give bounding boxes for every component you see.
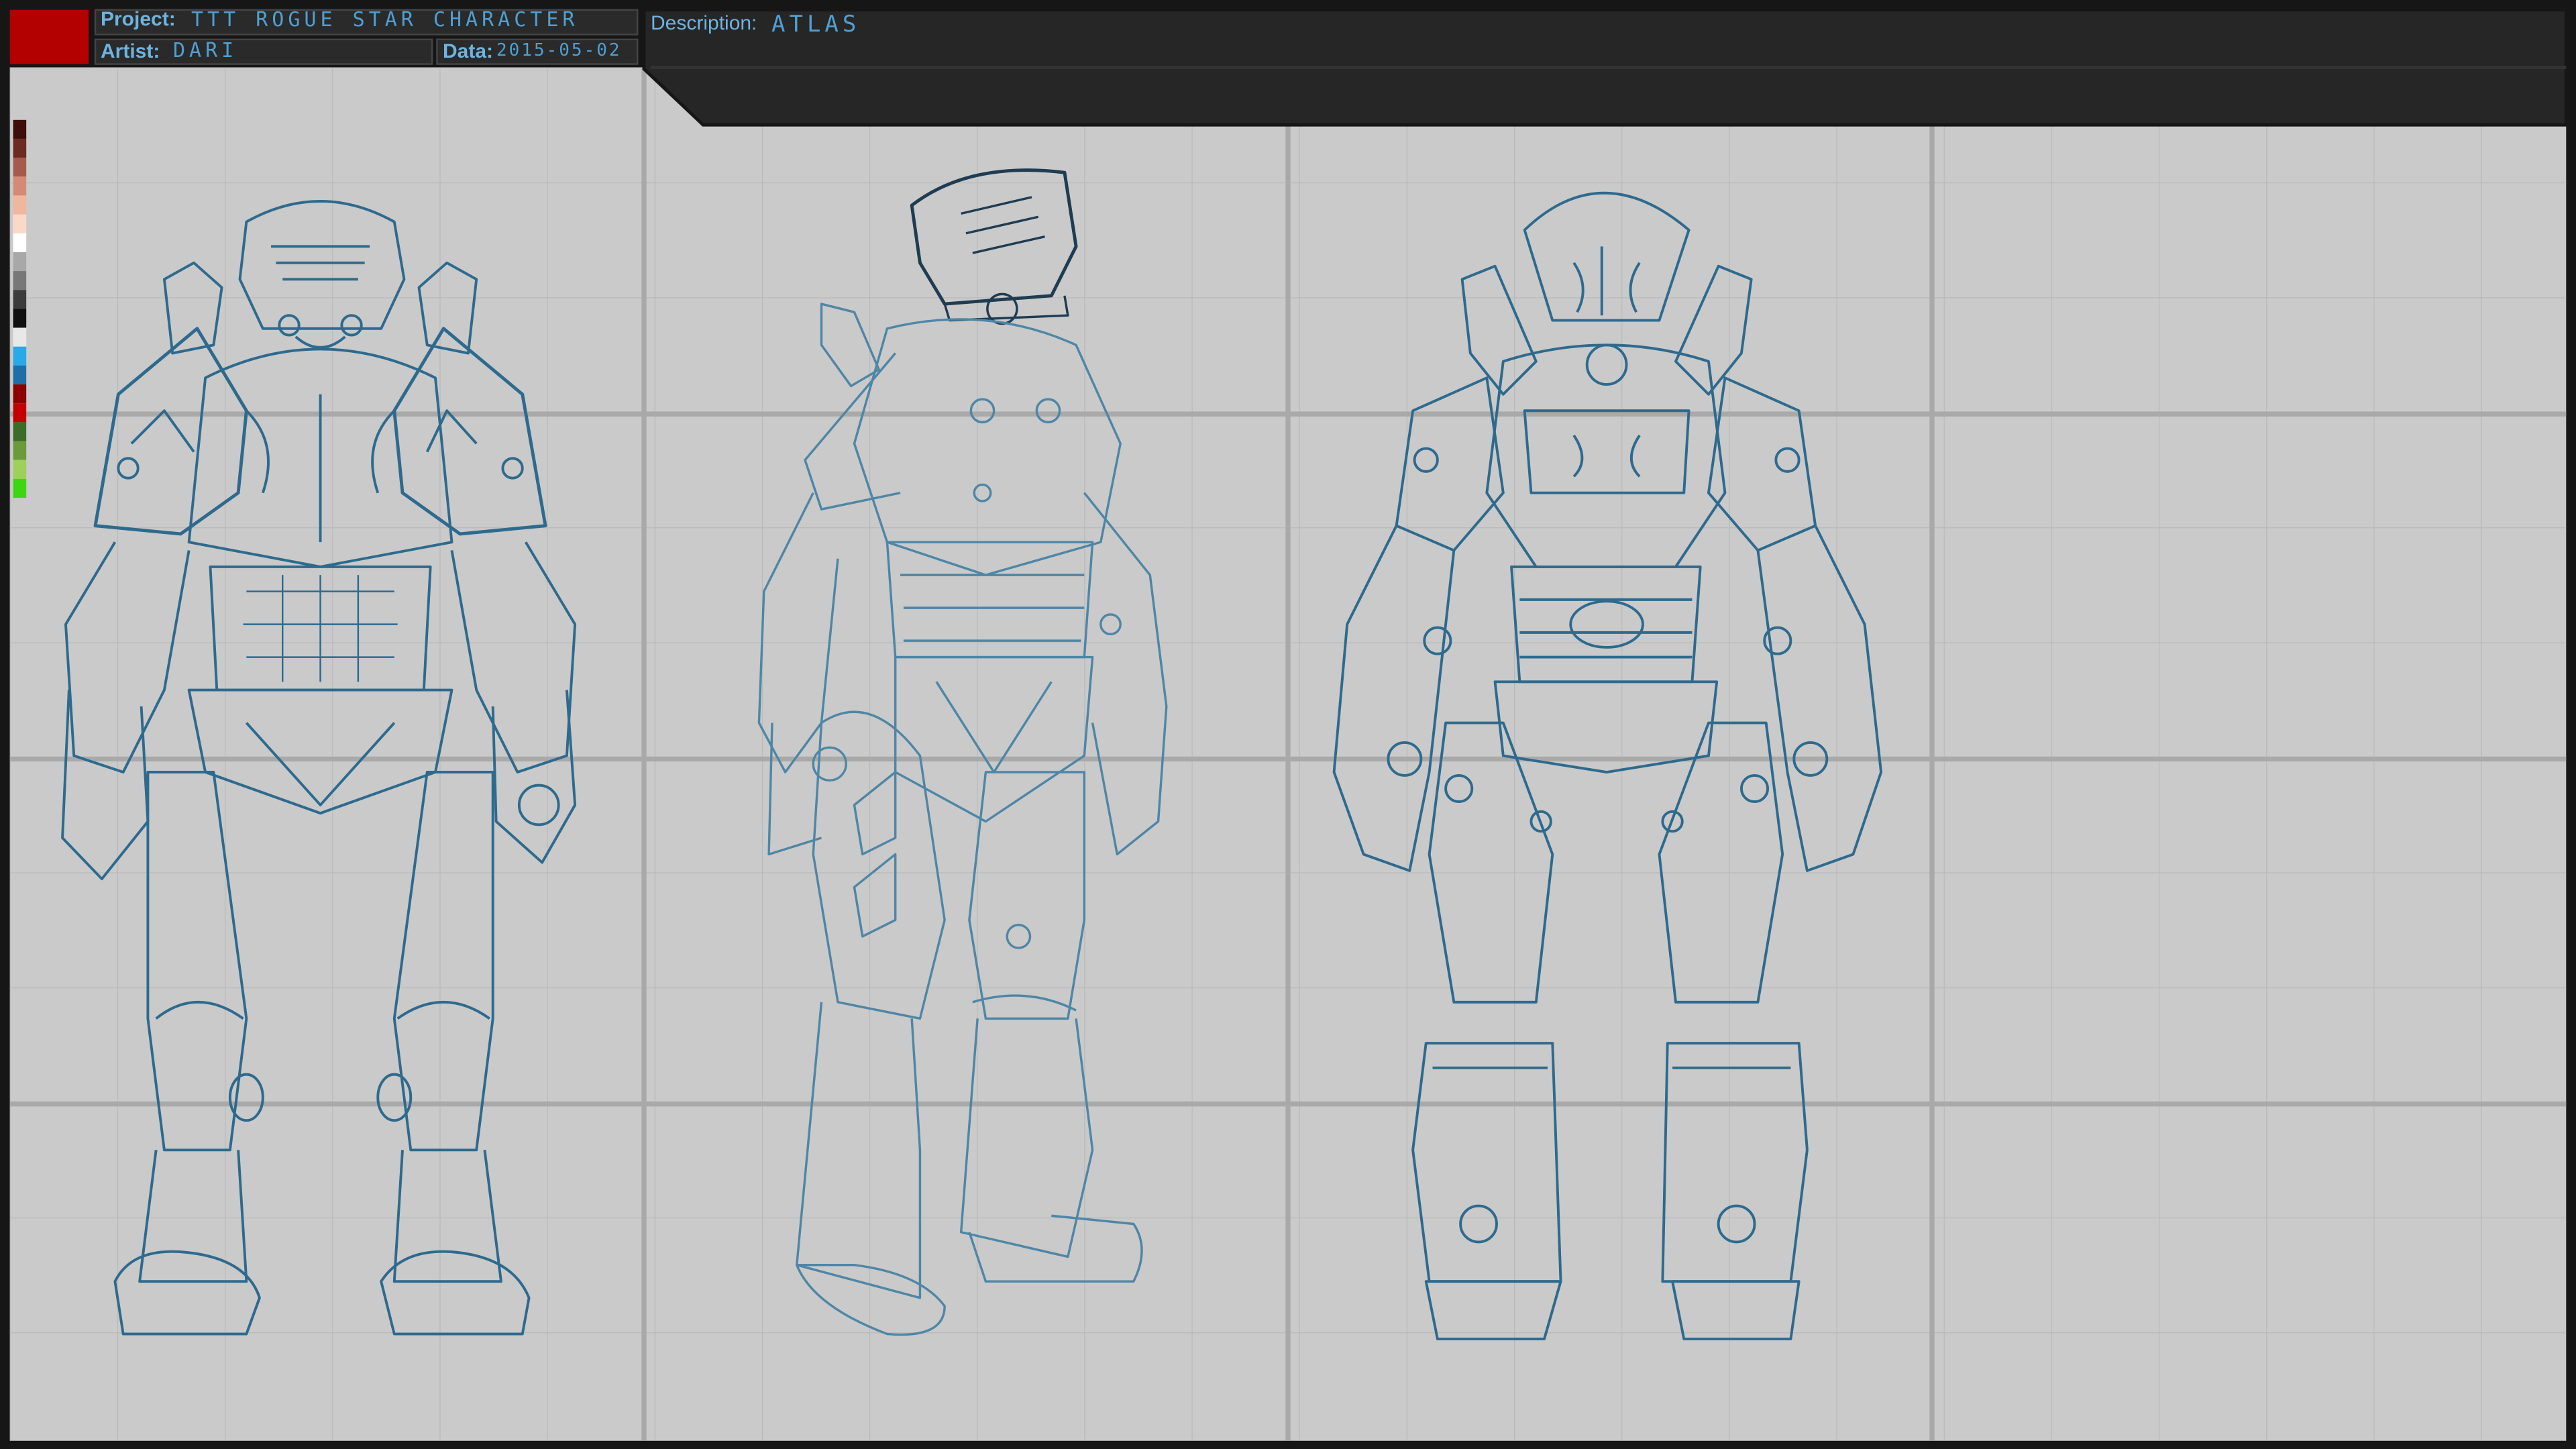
palette-swatch[interactable] <box>13 309 27 328</box>
palette-swatch[interactable] <box>13 346 27 366</box>
project-label: Project: <box>101 8 176 30</box>
palette-swatch[interactable] <box>13 176 27 196</box>
palette-swatch[interactable] <box>13 365 27 385</box>
palette-swatch[interactable] <box>13 195 27 215</box>
palette-swatch[interactable] <box>13 252 27 272</box>
date-label: Data: <box>443 40 494 62</box>
palette-swatch[interactable] <box>13 271 27 290</box>
description-value: ATLAS <box>771 11 861 38</box>
color-swatch-main <box>9 9 89 64</box>
palette-swatch[interactable] <box>13 422 27 441</box>
description-label: Description: <box>651 12 757 34</box>
artist-name: DARI <box>173 39 238 62</box>
palette-swatch[interactable] <box>13 327 27 347</box>
project-name: TTT ROGUE STAR CHARACTER <box>191 8 579 32</box>
color-palette <box>13 119 27 498</box>
palette-swatch[interactable] <box>13 384 27 404</box>
palette-swatch[interactable] <box>13 441 27 460</box>
palette-swatch[interactable] <box>13 478 27 498</box>
palette-swatch[interactable] <box>13 460 27 479</box>
palette-swatch[interactable] <box>13 138 27 158</box>
palette-swatch[interactable] <box>13 233 27 252</box>
date-value: 2015-05-02 <box>496 40 622 60</box>
palette-swatch[interactable] <box>13 214 27 233</box>
palette-swatch[interactable] <box>13 290 27 309</box>
palette-swatch[interactable] <box>13 119 27 139</box>
palette-swatch[interactable] <box>13 158 27 177</box>
concept-sheet <box>0 0 2576 1449</box>
artist-label: Artist: <box>101 40 160 62</box>
palette-swatch[interactable] <box>13 403 27 423</box>
